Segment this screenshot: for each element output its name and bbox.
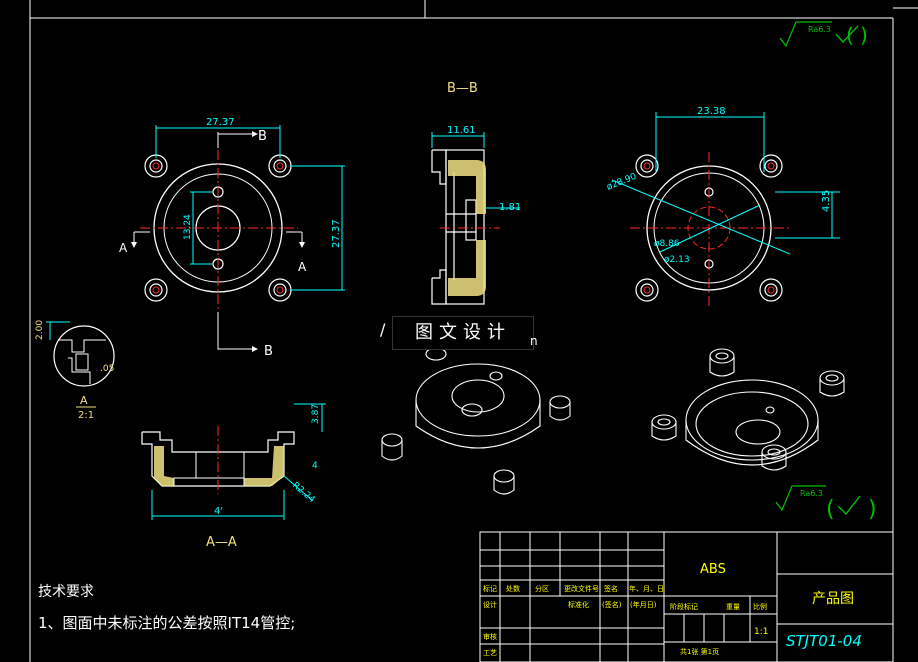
svg-text:标准化: 标准化 bbox=[568, 600, 589, 609]
svg-text:(: ( bbox=[826, 497, 835, 522]
watermark-right-char: n bbox=[530, 334, 538, 348]
svg-text:): ) bbox=[860, 23, 868, 47]
watermark-text: 图文设计 bbox=[415, 322, 511, 343]
svg-text:.05: .05 bbox=[100, 364, 114, 374]
svg-text:27.37: 27.37 bbox=[206, 117, 235, 128]
watermark-left-char: / bbox=[380, 320, 386, 339]
svg-text:ø8.86: ø8.86 bbox=[654, 239, 680, 249]
watermark: 图文设计 bbox=[392, 316, 534, 350]
svg-text:): ) bbox=[868, 497, 877, 522]
svg-text:工艺: 工艺 bbox=[483, 649, 497, 657]
material-label: ABS bbox=[700, 562, 726, 577]
svg-text:Ra6.3: Ra6.3 bbox=[800, 489, 823, 498]
svg-text:B: B bbox=[258, 129, 267, 144]
svg-text:阶段标记: 阶段标记 bbox=[670, 602, 698, 611]
svg-text:(签名): (签名) bbox=[602, 600, 622, 609]
bb-title: B—B bbox=[447, 81, 478, 96]
scale-label: 1:1 bbox=[754, 627, 768, 637]
svg-text:2:1: 2:1 bbox=[78, 410, 94, 421]
svg-text:比例: 比例 bbox=[753, 602, 767, 611]
svg-text:年、月、日: 年、月、日 bbox=[629, 584, 664, 593]
svg-text:4': 4' bbox=[214, 506, 223, 517]
tech-notes-heading: 技术要求 bbox=[38, 584, 94, 600]
svg-text:4.35: 4.35 bbox=[821, 190, 832, 212]
svg-text:标记: 标记 bbox=[483, 584, 497, 593]
aa-title: A—A bbox=[206, 535, 237, 550]
svg-text:1.81: 1.81 bbox=[499, 202, 521, 213]
svg-text:签名: 签名 bbox=[604, 584, 618, 593]
svg-text:Ra6.3: Ra6.3 bbox=[808, 25, 831, 34]
svg-text:2.00: 2.00 bbox=[35, 320, 45, 340]
svg-text:3.87: 3.87 bbox=[311, 404, 321, 424]
svg-text:A: A bbox=[119, 241, 128, 255]
svg-text:重量: 重量 bbox=[726, 603, 740, 611]
svg-text:分区: 分区 bbox=[535, 584, 549, 593]
svg-text:B: B bbox=[264, 344, 273, 359]
svg-text:共1张 第1页: 共1张 第1页 bbox=[680, 647, 719, 656]
svg-text:A: A bbox=[80, 394, 88, 407]
svg-text:更改文件号: 更改文件号 bbox=[564, 584, 599, 593]
svg-text:ø2.13: ø2.13 bbox=[664, 255, 690, 265]
tech-notes-line-1: 1、图面中未标注的公差按照IT14管控; bbox=[38, 614, 295, 632]
svg-text:13.24: 13.24 bbox=[183, 214, 193, 240]
drawing-type: 产品图 bbox=[812, 591, 854, 607]
svg-text:审核: 审核 bbox=[483, 632, 497, 641]
svg-text:处数: 处数 bbox=[506, 584, 520, 593]
drawing-number: STJT01-04 bbox=[786, 632, 862, 650]
svg-text:(年月日): (年月日) bbox=[630, 600, 657, 609]
svg-text:A: A bbox=[298, 260, 307, 274]
svg-text:27.37: 27.37 bbox=[331, 219, 342, 248]
svg-text:11.61: 11.61 bbox=[447, 125, 476, 136]
svg-text:设计: 设计 bbox=[483, 600, 497, 609]
svg-text:4: 4 bbox=[312, 461, 318, 471]
svg-text:23.38: 23.38 bbox=[697, 106, 726, 117]
